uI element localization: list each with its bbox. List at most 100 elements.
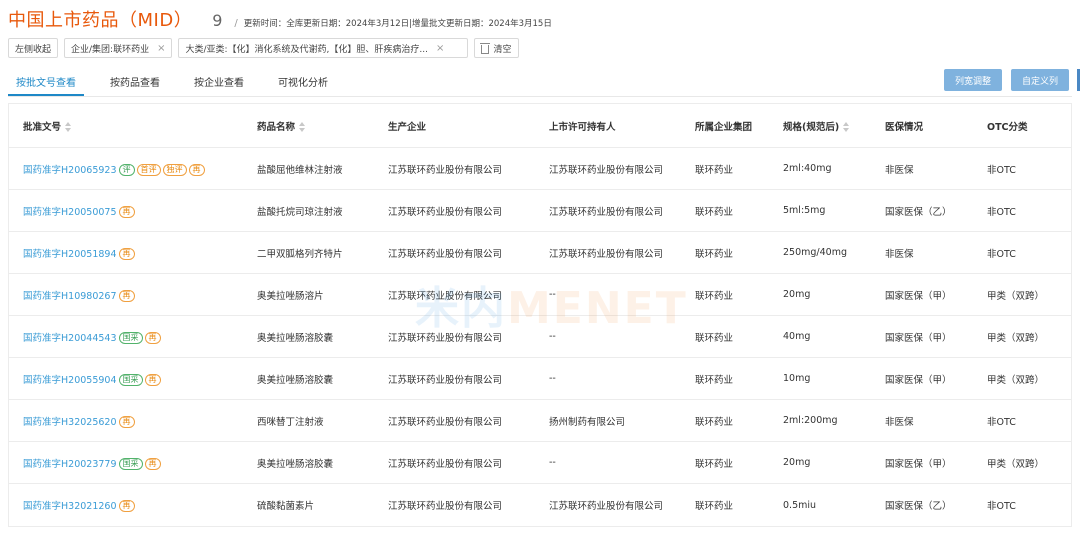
cell-maker: 江苏联环药业股份有限公司 xyxy=(388,206,503,218)
column-header[interactable]: 规格(规范后) xyxy=(769,119,871,133)
tab-2[interactable]: 按企业查看 xyxy=(186,68,252,96)
custom-columns-button[interactable]: 自定义列 xyxy=(1011,69,1069,91)
status-badge: 独评 xyxy=(162,163,187,176)
column-header: 所属企业集团 xyxy=(695,121,753,133)
cell-group: 联环药业 xyxy=(695,332,734,344)
cell-name: 二甲双胍格列齐特片 xyxy=(257,248,343,260)
column-width-button[interactable]: 列宽调整 xyxy=(944,69,1002,91)
cell-insurance: 国家医保（乙） xyxy=(885,206,952,218)
cell-maker: 江苏联环药业股份有限公司 xyxy=(388,290,503,302)
status-badge: 再 xyxy=(118,289,135,302)
tab-1[interactable]: 按药品查看 xyxy=(102,68,168,96)
cell-name: 盐酸屈他维林注射液 xyxy=(257,164,343,176)
status-badge: 再 xyxy=(118,205,135,218)
sort-icon[interactable] xyxy=(843,122,850,132)
cell-name: 奥美拉唑肠溶胶囊 xyxy=(257,458,334,470)
column-header: 上市许可持有人 xyxy=(549,121,616,133)
table-row[interactable]: 国药准字H20044543 国采再 奥美拉唑肠溶胶囊 江苏联环药业股份有限公司 -- 联环… xyxy=(9,316,1071,358)
table-row[interactable]: 国药准字H20065923 评首评 独评再 盐酸屈他维林注射液 江苏联环药业股份有限公司… xyxy=(9,148,1071,190)
table-row[interactable]: 国药准字H20055904 国采再 奥美拉唑肠溶胶囊 江苏联环药业股份有限公司 -- 联环… xyxy=(9,358,1071,400)
cell-holder: 江苏联环药业股份有限公司 xyxy=(549,248,664,260)
results-table: 批准文号 药品名称 生产企业 上市许可持有人 所属企业集团 规格(规范后) 医保情况 OTC分… xyxy=(8,103,1072,527)
table-header-row: 批准文号 药品名称 生产企业 上市许可持有人 所属企业集团 规格(规范后) 医保情况 OTC分… xyxy=(9,104,1071,148)
approval-link[interactable]: 国药准字H10980267 xyxy=(23,291,117,302)
filter-chip-label: 大类/亚类:【化】消化系统及代谢药,【化】胆、肝疾病治疗... xyxy=(185,44,428,55)
update-info: 更新时间：全库更新日期：2024年3月12日|增量批文更新日期：2024年3月1… xyxy=(243,19,552,29)
approval-link[interactable]: 国药准字H32021260 xyxy=(23,501,117,512)
approval-link[interactable]: 国药准字H20055904 xyxy=(23,375,117,386)
cell-otc: 甲类（双跨） xyxy=(987,458,1045,470)
cell-insurance: 非医保 xyxy=(885,248,914,260)
approval-link[interactable]: 国药准字H20023779 xyxy=(23,459,117,470)
cell-maker: 江苏联环药业股份有限公司 xyxy=(388,458,503,470)
cell-spec: 250mg/40mg xyxy=(783,247,847,258)
sort-icon[interactable] xyxy=(299,122,306,132)
cell-maker: 江苏联环药业股份有限公司 xyxy=(388,332,503,344)
approval-link[interactable]: 国药准字H32025620 xyxy=(23,417,117,428)
filter-bar: 左侧收起 企业/集团:联环药业 × 大类/亚类:【化】消化系统及代谢药,【化】胆… xyxy=(8,38,519,58)
cell-name: 硫酸黏菌素片 xyxy=(257,501,315,512)
sort-icon[interactable] xyxy=(65,122,72,132)
status-badge: 首评 xyxy=(136,163,161,176)
column-header[interactable]: 药品名称 xyxy=(243,119,374,133)
page-title: 中国上市药品（MID） xyxy=(8,10,193,31)
cell-holder: -- xyxy=(549,373,556,384)
status-badge: 国采 xyxy=(118,373,143,386)
cell-otc: 非OTC xyxy=(987,248,1016,260)
cell-maker: 江苏联环药业股份有限公司 xyxy=(388,248,503,260)
table-row[interactable]: 国药准字H20050075 再 盐酸托烷司琼注射液 江苏联环药业股份有限公司 江苏联环药… xyxy=(9,190,1071,232)
table-row[interactable]: 国药准字H32025620 再 西咪替丁注射液 江苏联环药业股份有限公司 扬州制药有限公… xyxy=(9,400,1071,442)
table-row[interactable]: 国药准字H20023779 国采再 奥美拉唑肠溶胶囊 江苏联环药业股份有限公司 -- 联环… xyxy=(9,442,1071,484)
cell-group: 联环药业 xyxy=(695,416,734,428)
column-header[interactable]: 批准文号 xyxy=(9,119,243,133)
cell-otc: 非OTC xyxy=(987,501,1016,512)
approval-cell: 国药准字H20051894 再 xyxy=(9,246,243,260)
cell-maker: 江苏联环药业股份有限公司 xyxy=(388,501,503,512)
filter-chip-company[interactable]: 企业/集团:联环药业 × xyxy=(64,38,173,58)
tab-0[interactable]: 按批文号查看 xyxy=(8,68,84,96)
table-row[interactable]: 国药准字H32021260 再 硫酸黏菌素片 江苏联环药业股份有限公司 江苏联环药业股份… xyxy=(9,484,1071,526)
cell-spec: 2ml:40mg xyxy=(783,163,832,174)
cell-group: 联环药业 xyxy=(695,290,734,302)
result-count: 9 xyxy=(212,11,223,30)
cell-holder: 江苏联环药业股份有限公司 xyxy=(549,501,664,512)
cell-spec: 5ml:5mg xyxy=(783,205,826,216)
close-icon[interactable]: × xyxy=(157,43,165,54)
cell-group: 联环药业 xyxy=(695,164,734,176)
approval-link[interactable]: 国药准字H20050075 xyxy=(23,207,117,218)
cell-insurance: 国家医保（乙） xyxy=(885,501,952,512)
cell-maker: 江苏联环药业股份有限公司 xyxy=(388,164,503,176)
cell-otc: 非OTC xyxy=(987,416,1016,428)
trash-icon xyxy=(480,42,491,54)
cell-maker: 江苏联环药业股份有限公司 xyxy=(388,374,503,386)
cell-name: 奥美拉唑肠溶片 xyxy=(257,290,324,302)
table-row[interactable]: 国药准字H10980267 再 奥美拉唑肠溶片 江苏联环药业股份有限公司 -- 联环药业 2… xyxy=(9,274,1071,316)
status-badge: 再 xyxy=(118,500,135,512)
cell-holder: 江苏联环药业股份有限公司 xyxy=(549,206,664,218)
close-icon[interactable]: × xyxy=(436,43,444,54)
cell-holder: -- xyxy=(549,457,556,468)
approval-link[interactable]: 国药准字H20065923 xyxy=(23,165,117,176)
approval-cell: 国药准字H20023779 国采再 xyxy=(9,456,243,470)
cell-group: 联环药业 xyxy=(695,206,734,218)
approval-cell: 国药准字H10980267 再 xyxy=(9,288,243,302)
cell-holder: 江苏联环药业股份有限公司 xyxy=(549,164,664,176)
collapse-label: 左侧收起 xyxy=(15,44,52,55)
cell-insurance: 国家医保（甲） xyxy=(885,290,952,302)
cell-group: 联环药业 xyxy=(695,458,734,470)
status-badge: 国采 xyxy=(118,331,143,344)
cell-holder: -- xyxy=(549,289,556,300)
approval-link[interactable]: 国药准字H20051894 xyxy=(23,249,117,260)
column-header: 医保情况 xyxy=(885,121,924,133)
column-header: OTC分类 xyxy=(987,121,1028,133)
collapse-sidebar-button[interactable]: 左侧收起 xyxy=(8,38,59,58)
approval-link[interactable]: 国药准字H20044543 xyxy=(23,333,117,344)
cell-group: 联环药业 xyxy=(695,374,734,386)
tab-3[interactable]: 可视化分析 xyxy=(270,68,336,96)
cell-insurance: 国家医保（甲） xyxy=(885,332,952,344)
cell-otc: 甲类（双跨） xyxy=(987,332,1045,344)
approval-cell: 国药准字H20065923 评首评 独评再 xyxy=(9,162,243,176)
table-row[interactable]: 国药准字H20051894 再 二甲双胍格列齐特片 江苏联环药业股份有限公司 江苏联环药… xyxy=(9,232,1071,274)
filter-chip-category[interactable]: 大类/亚类:【化】消化系统及代谢药,【化】胆、肝疾病治疗... × xyxy=(178,38,469,58)
clear-filters-button[interactable]: 清空 xyxy=(474,38,519,58)
